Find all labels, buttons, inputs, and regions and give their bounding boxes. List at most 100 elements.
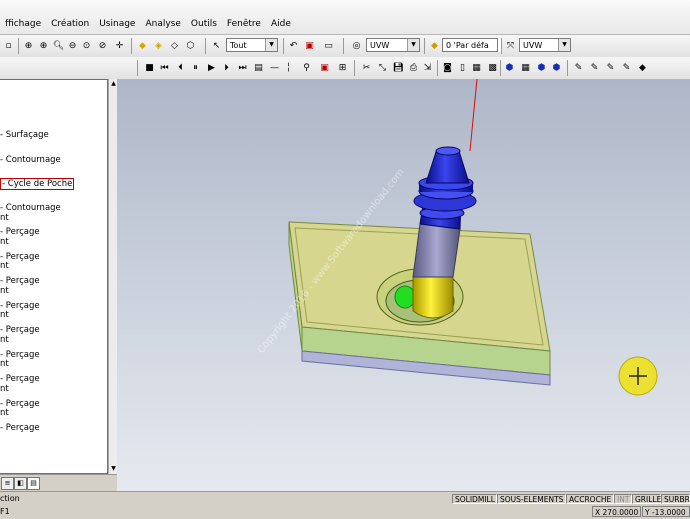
workplane-icon[interactable]: ◎	[350, 39, 363, 52]
status-mode-grille[interactable]: GRILLE	[632, 494, 661, 504]
tree-item[interactable]: nt	[0, 310, 9, 320]
menu-item-5[interactable]: Fenêtre	[222, 19, 266, 29]
print-icon[interactable]: ⎙	[407, 61, 420, 74]
menu-item-1[interactable]: Création	[46, 19, 94, 29]
export-icon[interactable]: ⇲	[421, 61, 434, 74]
chevron-down-icon: ▼	[407, 39, 419, 51]
status-mode-surbri[interactable]: SURBRI	[661, 494, 690, 504]
tree-item[interactable]: - Perçage	[0, 325, 40, 335]
zoom-previous-icon[interactable]: ⊘	[96, 39, 109, 52]
status-mode-int[interactable]: INT	[614, 494, 632, 504]
tool-delete-icon[interactable]: ✎	[620, 61, 633, 74]
menu-item-2[interactable]: Usinage	[94, 19, 140, 29]
tab-operations[interactable]: ▤	[27, 477, 40, 490]
properties-icon[interactable]: ▣	[303, 39, 316, 52]
menu-item-0[interactable]: ffichage	[0, 19, 46, 29]
wireframe-icon[interactable]: ⬡	[184, 39, 197, 52]
select-arrow-icon[interactable]: ↖	[210, 39, 223, 52]
filter-select[interactable]: Tout ▼	[226, 38, 278, 52]
tree-item[interactable]: nt	[0, 335, 9, 345]
status-bar: ction F1 SOLIDMILL SOUS-ELEMENTS ACCROCHE I…	[0, 491, 690, 519]
layer-icon[interactable]: ◆	[428, 39, 441, 52]
zoom-out-icon[interactable]: ⊖	[66, 39, 79, 52]
measure-icon[interactable]: ✂	[360, 61, 373, 74]
sim-tool-icon[interactable]: ▣	[318, 61, 331, 74]
save-icon[interactable]: 💾︎	[392, 61, 405, 74]
tree-item[interactable]: - Perçage	[0, 374, 40, 384]
step-forward-icon[interactable]: ⏵	[220, 61, 233, 74]
tool-icon[interactable]: ⚲	[300, 61, 313, 74]
rewind-start-icon[interactable]: ⏮	[158, 61, 171, 74]
menu-list: ffichage Création Usinage Analyse Outils Fenê…	[0, 19, 296, 29]
chevron-down-icon: ▼	[265, 39, 277, 51]
tool-edit-icon[interactable]: ✎	[588, 61, 601, 74]
menu-item-6[interactable]: Aide	[266, 19, 296, 29]
frame2-select[interactable]: UVW ▼	[519, 38, 571, 52]
check-icon[interactable]: ⊞	[336, 61, 349, 74]
redraw-icon[interactable]: ▭	[322, 39, 335, 52]
tree-item[interactable]: nt	[0, 261, 9, 271]
tree-item[interactable]: nt	[0, 408, 9, 418]
tree-item[interactable]: - Contournage	[0, 203, 61, 213]
hidden-line-icon[interactable]: ◇	[168, 39, 181, 52]
3d-viewport[interactable]: Copyright 2016 - www.Softwaredownload.co…	[117, 79, 690, 491]
status-mode-solidmill[interactable]: SOLIDMILL	[452, 494, 497, 504]
tool-copy-icon[interactable]: ✎	[604, 61, 617, 74]
tree-item[interactable]: - Perçage	[0, 423, 40, 433]
zoom-window-icon[interactable]: ⊕	[22, 39, 35, 52]
tool-info-icon[interactable]: ◆	[636, 61, 649, 74]
tree-item[interactable]: - Perçage	[0, 227, 40, 237]
grid-icon[interactable]: ▦	[519, 61, 532, 74]
pause-icon[interactable]: ⏸	[189, 61, 202, 74]
status-mode-accroche[interactable]: ACCROCHE	[566, 494, 614, 504]
tree-item-selected[interactable]: - Cycle de Poche	[0, 178, 75, 190]
speed-icon[interactable]: ▤	[252, 61, 265, 74]
step-back-icon[interactable]: ⏴	[174, 61, 187, 74]
menu-item-4[interactable]: Outils	[186, 19, 222, 29]
cube-part-icon[interactable]: ⬢	[550, 61, 563, 74]
zoom-all-icon[interactable]: ⊙	[80, 39, 93, 52]
status-hint: F1	[0, 507, 10, 516]
tab-machine[interactable]: ◧	[14, 477, 27, 490]
shaded-icon[interactable]: ◆	[136, 39, 149, 52]
tree-item[interactable]: nt	[0, 237, 9, 247]
shaded-edges-icon[interactable]: ◈	[152, 39, 165, 52]
tree-item[interactable]: - Perçage	[0, 276, 40, 286]
frame-select-value: UVW	[370, 41, 390, 50]
axis-icon[interactable]: ⤧	[504, 39, 517, 52]
pan-icon[interactable]: ✛	[113, 39, 126, 52]
cube-blue-icon[interactable]: ⬢	[503, 61, 516, 74]
phone-icon[interactable]: ▯	[456, 61, 469, 74]
operations-tree: - Surfaçage - Contournage - Cycle de Poche…	[0, 79, 108, 474]
machine-icon[interactable]: ▩	[486, 61, 499, 74]
tree-item-label: - Perçage	[0, 374, 40, 384]
frame-select[interactable]: UVW ▼	[366, 38, 420, 52]
play-icon[interactable]: ▶	[205, 61, 218, 74]
tree-item[interactable]: nt	[0, 384, 9, 394]
tree-item[interactable]: nt	[0, 286, 9, 296]
forward-end-icon[interactable]: ⏭	[236, 61, 249, 74]
tree-item[interactable]: nt	[0, 213, 9, 223]
grid-view-icon[interactable]: ▦	[470, 61, 483, 74]
tool-list-icon[interactable]: ✎	[572, 61, 585, 74]
operations-panel: - Surfaçage - Contournage - Cycle de Poche…	[0, 79, 118, 492]
plane-select[interactable]: 0 'Par défa	[442, 38, 498, 52]
cube-stock-icon[interactable]: ⬢	[535, 61, 548, 74]
stop-icon[interactable]: ■	[143, 61, 156, 74]
distance-icon[interactable]: ⤡	[376, 61, 389, 74]
tree-item[interactable]: nt	[0, 359, 9, 369]
slider-icon[interactable]: —	[268, 61, 281, 74]
menu-item-3[interactable]: Analyse	[140, 19, 185, 29]
camera-icon[interactable]: ◙	[441, 61, 454, 74]
scroll-down-icon[interactable]: ▼	[110, 465, 117, 472]
tree-item[interactable]: - Contournage	[0, 155, 61, 165]
status-mode-sous-elements[interactable]: SOUS-ELEMENTS	[497, 494, 566, 504]
marker-icon[interactable]: ╎	[282, 61, 295, 74]
tab-layers[interactable]: ≡	[1, 477, 14, 490]
view-box-icon[interactable]: ▫	[2, 39, 15, 52]
undo-icon[interactable]: ↶	[287, 39, 300, 52]
zoom-in-icon[interactable]: ⊕	[37, 39, 50, 52]
scroll-up-icon[interactable]: ▲	[110, 80, 117, 87]
tree-item[interactable]: - Surfaçage	[0, 130, 49, 140]
zoom-icon[interactable]: 🔍︎	[52, 39, 65, 52]
